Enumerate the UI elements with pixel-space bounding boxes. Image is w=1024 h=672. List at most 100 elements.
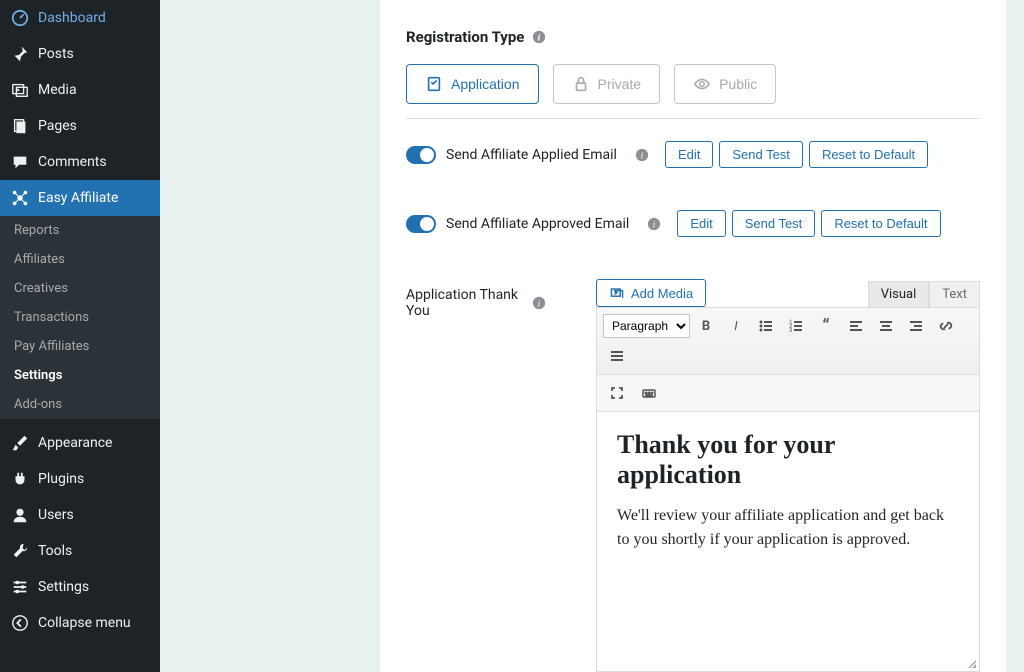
divider [406, 118, 980, 119]
sidebar-item-appearance[interactable]: Appearance [0, 425, 160, 461]
reset-default-button[interactable]: Reset to Default [821, 210, 940, 237]
pin-icon [10, 44, 30, 64]
bullet-list-button[interactable] [752, 312, 780, 340]
reset-default-button[interactable]: Reset to Default [809, 141, 928, 168]
sub-item-creatives[interactable]: Creatives [0, 274, 160, 303]
add-media-button[interactable]: Add Media [596, 279, 706, 307]
applied-email-label: Send Affiliate Applied Email [446, 147, 617, 163]
align-right-button[interactable] [902, 312, 930, 340]
editor-toolbar-row2 [596, 375, 980, 412]
svg-text:i: i [538, 33, 541, 44]
align-center-button[interactable] [872, 312, 900, 340]
sidebar-label: Users [38, 507, 74, 523]
sidebar-label: Appearance [38, 435, 112, 451]
reg-type-label: Private [598, 76, 642, 92]
paragraph-select[interactable]: Paragraph [603, 314, 690, 338]
sidebar-item-plugins[interactable]: Plugins [0, 461, 160, 497]
thank-you-section: Application Thank You i Add Media Visual… [406, 279, 980, 672]
reg-type-application[interactable]: Application [406, 64, 539, 104]
info-icon[interactable]: i [635, 148, 649, 162]
info-icon[interactable]: i [647, 217, 661, 231]
sidebar-item-pages[interactable]: Pages [0, 108, 160, 144]
visual-tab[interactable]: Visual [868, 281, 930, 307]
italic-button[interactable]: I [722, 312, 750, 340]
sub-item-pay-affiliates[interactable]: Pay Affiliates [0, 332, 160, 361]
sub-item-reports[interactable]: Reports [0, 216, 160, 245]
comments-icon [10, 152, 30, 172]
sub-item-transactions[interactable]: Transactions [0, 303, 160, 332]
resize-grip[interactable] [965, 657, 977, 669]
dashboard-icon [10, 8, 30, 28]
bold-button[interactable]: B [692, 312, 720, 340]
sidebar-item-posts[interactable]: Posts [0, 36, 160, 72]
sidebar-label: Comments [38, 154, 107, 170]
brush-icon [10, 433, 30, 453]
eye-icon [693, 75, 711, 93]
quote-button[interactable]: “ [812, 312, 840, 340]
reg-type-private[interactable]: Private [553, 64, 661, 104]
sidebar-item-easy-affiliate[interactable]: Easy Affiliate [0, 180, 160, 216]
sub-item-settings[interactable]: Settings [0, 361, 160, 390]
sidebar-item-comments[interactable]: Comments [0, 144, 160, 180]
editor-toolbar: Paragraph B I 123 “ [596, 307, 980, 375]
content-area: Registration Type i Application Private … [160, 0, 1024, 672]
add-media-label: Add Media [631, 286, 693, 301]
sidebar-label: Collapse menu [38, 615, 131, 631]
reg-type-label: Application [451, 76, 520, 92]
section-title: Registration Type i [406, 28, 980, 64]
svg-text:3: 3 [789, 327, 792, 334]
sidebar-item-settings[interactable]: Settings [0, 569, 160, 605]
lock-icon [572, 75, 590, 93]
wrench-icon [10, 541, 30, 561]
info-icon[interactable]: i [532, 30, 546, 44]
sub-item-addons[interactable]: Add-ons [0, 390, 160, 419]
sidebar-item-dashboard[interactable]: Dashboard [0, 0, 160, 36]
send-test-button[interactable]: Send Test [719, 141, 803, 168]
sidebar-label: Plugins [38, 471, 84, 487]
approved-email-toggle[interactable] [406, 215, 436, 233]
sidebar-item-tools[interactable]: Tools [0, 533, 160, 569]
sidebar-label: Media [38, 82, 77, 98]
media-icon [609, 285, 625, 301]
sidebar-label: Settings [38, 579, 89, 595]
edit-button[interactable]: Edit [677, 210, 725, 237]
sub-item-affiliates[interactable]: Affiliates [0, 245, 160, 274]
more-button[interactable] [603, 342, 631, 370]
sidebar-label: Dashboard [38, 10, 106, 26]
collapse-icon [10, 613, 30, 633]
fullscreen-button[interactable] [603, 379, 631, 407]
sidebar-item-users[interactable]: Users [0, 497, 160, 533]
info-icon[interactable]: i [532, 296, 546, 310]
numbered-list-button[interactable]: 123 [782, 312, 810, 340]
sliders-icon [10, 577, 30, 597]
text-tab[interactable]: Text [929, 281, 980, 307]
admin-sidebar: Dashboard Posts Media Pages Comments Eas… [0, 0, 160, 672]
sidebar-label: Tools [38, 543, 72, 559]
sidebar-label: Easy Affiliate [38, 190, 118, 206]
editor-paragraph: We'll review your affiliate application … [617, 504, 959, 552]
sidebar-item-collapse[interactable]: Collapse menu [0, 605, 160, 641]
link-button[interactable] [932, 312, 960, 340]
applied-email-row: Send Affiliate Applied Email i Edit Send… [406, 141, 980, 168]
thank-you-label: Application Thank You i [406, 279, 546, 319]
applied-email-toggle[interactable] [406, 146, 436, 164]
media-icon [10, 80, 30, 100]
keyboard-button[interactable] [635, 379, 663, 407]
edit-button[interactable]: Edit [665, 141, 713, 168]
align-left-button[interactable] [842, 312, 870, 340]
sidebar-submenu: Reports Affiliates Creatives Transaction… [0, 216, 160, 419]
svg-text:i: i [653, 219, 656, 230]
sidebar-item-media[interactable]: Media [0, 72, 160, 108]
affiliate-icon [10, 188, 30, 208]
reg-type-public[interactable]: Public [674, 64, 776, 104]
svg-text:i: i [538, 299, 541, 310]
svg-text:i: i [641, 150, 644, 161]
send-test-button[interactable]: Send Test [732, 210, 816, 237]
editor-body[interactable]: Thank you for your application We'll rev… [596, 412, 980, 672]
sidebar-label: Posts [38, 46, 74, 62]
sidebar-label: Pages [38, 118, 77, 134]
pages-icon [10, 116, 30, 136]
section-title-text: Registration Type [406, 28, 524, 46]
plug-icon [10, 469, 30, 489]
user-icon [10, 505, 30, 525]
